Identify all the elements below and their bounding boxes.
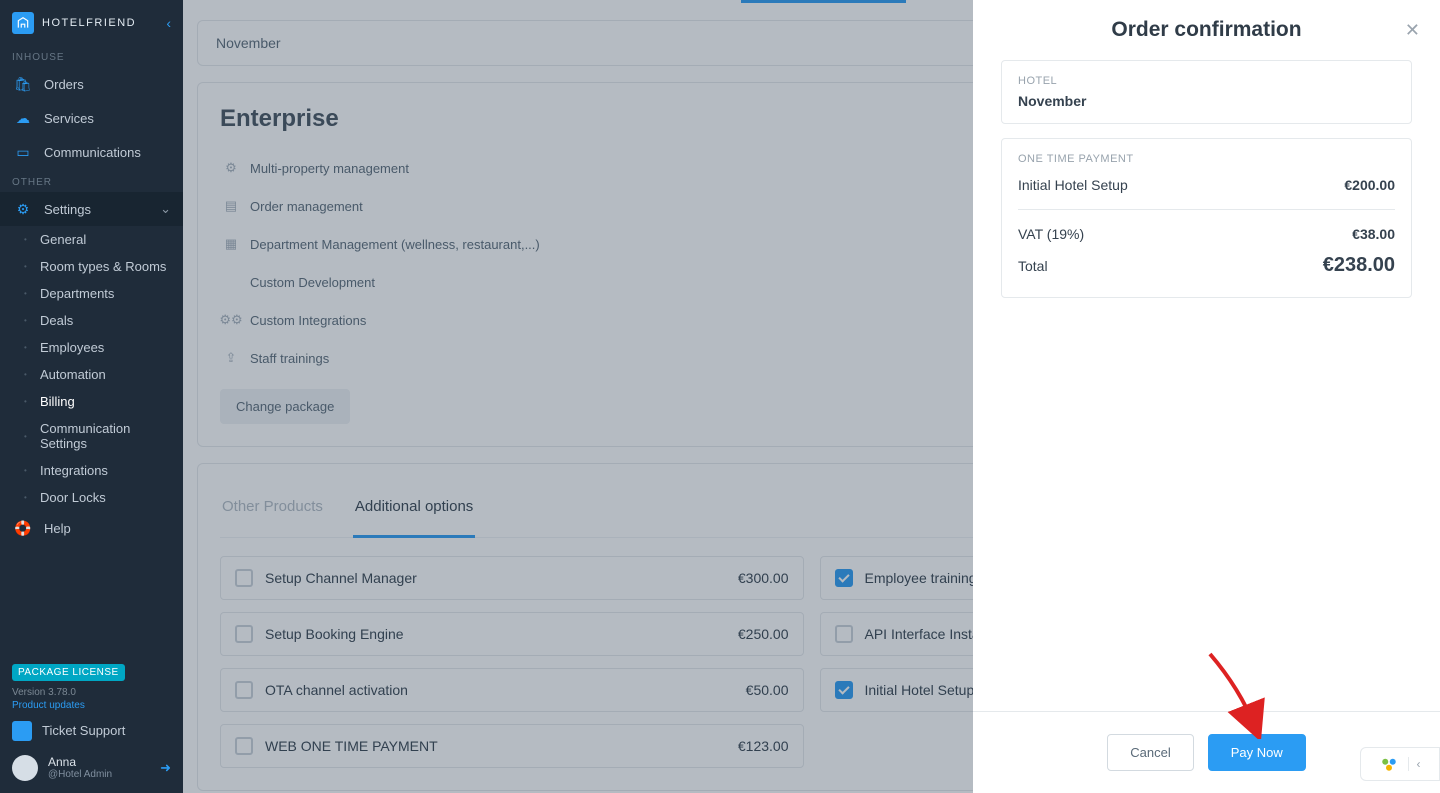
sidebar-item-services[interactable]: ☁Services — [0, 101, 183, 135]
option-row[interactable]: OTA channel activation €50.00 — [220, 668, 804, 712]
services-icon: ☁ — [14, 109, 32, 127]
option-row[interactable]: WEB ONE TIME PAYMENT €123.00 — [220, 724, 804, 768]
total-value: €238.00 — [1323, 254, 1395, 277]
vat-value: €38.00 — [1352, 226, 1395, 242]
brand-name: HOTELFRIEND — [42, 17, 136, 29]
option-price: €250.00 — [738, 626, 789, 642]
avatar — [12, 755, 38, 781]
sidebar-sub-general[interactable]: General — [0, 226, 183, 253]
vat-label: VAT (19%) — [1018, 226, 1084, 242]
sidebar-item-settings[interactable]: ⚙Settings⌄ — [0, 192, 183, 226]
feature-icon: ▦ — [220, 233, 242, 255]
sidebar-footer: PACKAGE LICENSE Version 3.78.0 Product u… — [0, 651, 183, 793]
feature-icon: ⇪ — [220, 347, 242, 369]
orders-icon: 🛍 — [14, 75, 32, 93]
help-icon: 🛟 — [14, 519, 32, 537]
product-updates-link[interactable]: Product updates — [12, 700, 171, 711]
close-icon[interactable]: ✕ — [1405, 20, 1420, 41]
checkbox[interactable] — [235, 569, 253, 587]
sidebar-sub-billing[interactable]: Billing — [0, 388, 183, 415]
pay-now-button[interactable]: Pay Now — [1208, 734, 1306, 771]
option-price: €123.00 — [738, 738, 789, 754]
user-role: @Hotel Admin — [48, 769, 112, 781]
sidebar-header: HOTELFRIEND ‹ — [0, 0, 183, 44]
user-row[interactable]: Anna@Hotel Admin ➜ — [12, 751, 171, 781]
tab-other-products[interactable]: Other Products — [220, 486, 325, 527]
sidebar-sub-employees[interactable]: Employees — [0, 334, 183, 361]
widget-logo-icon — [1380, 755, 1398, 773]
version-label: Version 3.78.0 — [12, 687, 171, 698]
option-row[interactable]: Setup Channel Manager €300.00 — [220, 556, 804, 600]
brand-logo-icon — [12, 12, 34, 34]
option-row[interactable]: Setup Booking Engine €250.00 — [220, 612, 804, 656]
hotel-label: HOTEL — [1018, 75, 1395, 87]
sidebar-sub-departments[interactable]: Departments — [0, 280, 183, 307]
panel-title: Order confirmation — [1111, 18, 1301, 42]
sidebar-section-inhouse: INHOUSE — [0, 44, 183, 67]
payment-label: ONE TIME PAYMENT — [1018, 153, 1395, 165]
help-widget-tab[interactable]: ‹ — [1360, 747, 1440, 781]
hotel-value: November — [1018, 93, 1395, 109]
gear-icon: ⚙ — [14, 200, 32, 218]
checkbox[interactable] — [835, 569, 853, 587]
sidebar-sub-integrations[interactable]: Integrations — [0, 457, 183, 484]
user-name: Anna — [48, 755, 112, 769]
option-label: WEB ONE TIME PAYMENT — [265, 738, 726, 754]
tab-additional-options[interactable]: Additional options — [353, 486, 475, 538]
option-label: Setup Booking Engine — [265, 626, 726, 642]
total-label: Total — [1018, 258, 1048, 274]
line-item-name: Initial Hotel Setup — [1018, 177, 1128, 193]
cancel-button[interactable]: Cancel — [1107, 734, 1193, 771]
option-price: €50.00 — [746, 682, 789, 698]
sidebar: HOTELFRIEND ‹ INHOUSE 🛍Orders ☁Services … — [0, 0, 183, 793]
option-label: Setup Channel Manager — [265, 570, 726, 586]
payment-summary-card: ONE TIME PAYMENT Initial Hotel Setup €200… — [1001, 138, 1412, 298]
license-badge: PACKAGE LICENSE — [12, 664, 125, 681]
sidebar-item-communications[interactable]: ▭Communications — [0, 135, 183, 169]
sidebar-collapse-icon[interactable]: ‹ — [166, 15, 171, 31]
sidebar-section-other: OTHER — [0, 169, 183, 192]
sidebar-sub-deals[interactable]: Deals — [0, 307, 183, 334]
sidebar-sub-communication-settings[interactable]: Communication Settings — [0, 415, 183, 457]
communications-icon: ▭ — [14, 143, 32, 161]
sidebar-item-help[interactable]: 🛟Help — [0, 511, 183, 545]
logout-icon[interactable]: ➜ — [160, 760, 171, 776]
option-label: OTA channel activation — [265, 682, 734, 698]
feature-icon: ▤ — [220, 195, 242, 217]
change-package-button[interactable]: Change package — [220, 389, 350, 424]
checkbox[interactable] — [235, 737, 253, 755]
feature-icon: ⚙ — [220, 157, 242, 179]
active-top-tab-indicator — [741, 0, 906, 3]
checkbox[interactable] — [235, 625, 253, 643]
sidebar-sub-door-locks[interactable]: Door Locks — [0, 484, 183, 511]
annotation-arrow — [1200, 649, 1270, 739]
chevron-left-icon: ‹ — [1408, 757, 1421, 771]
ticket-support-link[interactable]: Ticket Support — [12, 711, 171, 751]
feature-icon: ⚙⚙ — [220, 309, 242, 331]
checkbox[interactable] — [235, 681, 253, 699]
hotel-summary-card: HOTEL November — [1001, 60, 1412, 124]
line-item-price: €200.00 — [1344, 177, 1395, 193]
checkbox[interactable] — [835, 681, 853, 699]
sidebar-sub-room-types-rooms[interactable]: Room types & Rooms — [0, 253, 183, 280]
sidebar-item-orders[interactable]: 🛍Orders — [0, 67, 183, 101]
feature-icon — [220, 271, 242, 293]
checkbox[interactable] — [835, 625, 853, 643]
ticket-icon — [12, 721, 32, 741]
sidebar-sub-automation[interactable]: Automation — [0, 361, 183, 388]
option-price: €300.00 — [738, 570, 789, 586]
chevron-down-icon: ⌄ — [160, 201, 171, 217]
